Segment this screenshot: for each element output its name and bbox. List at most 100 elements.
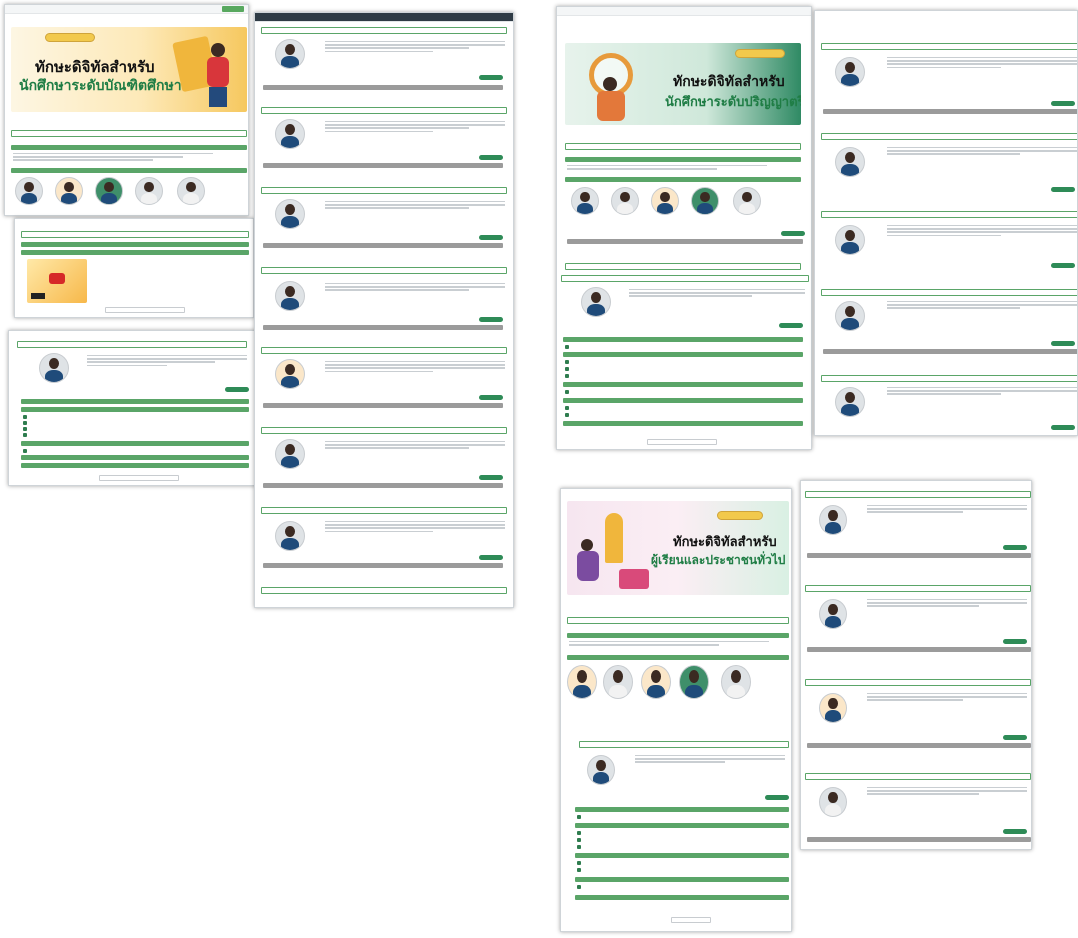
module-bar[interactable]: [21, 455, 249, 460]
banner-title: ทักษะดิจิทัลสำหรับ: [673, 73, 785, 89]
module-bar[interactable]: [575, 895, 789, 900]
lesson-header: [805, 585, 1031, 592]
start-button[interactable]: [1003, 639, 1027, 644]
progress-bar: [823, 349, 1077, 354]
instructor-avatar: [275, 521, 305, 551]
start-button[interactable]: [1051, 425, 1075, 430]
checkbox-icon[interactable]: [23, 433, 27, 437]
progress-bar: [807, 553, 1031, 558]
start-button[interactable]: [479, 235, 503, 240]
checkbox-icon[interactable]: [565, 413, 569, 417]
checkbox-icon[interactable]: [23, 427, 27, 431]
page-select[interactable]: [671, 917, 711, 923]
search-box[interactable]: [261, 587, 507, 594]
banner-subtitle: นักศึกษาระดับปริญญาตรี: [665, 94, 801, 109]
start-button[interactable]: [479, 317, 503, 322]
start-button[interactable]: [1003, 829, 1027, 834]
start-button[interactable]: [479, 75, 503, 80]
module-bar[interactable]: [563, 352, 803, 357]
instructor-avatar: [819, 505, 847, 535]
page-select[interactable]: [647, 439, 717, 445]
course-banner: ทักษะดิจิทัลสำหรับ ผู้เรียนและประชาชนทั่…: [567, 501, 789, 595]
search-box[interactable]: [565, 263, 801, 270]
start-button[interactable]: [1003, 735, 1027, 740]
start-button[interactable]: [1051, 187, 1075, 192]
lesson-text: [867, 787, 1027, 797]
start-button[interactable]: [1051, 101, 1075, 106]
instructor-avatar: [835, 147, 865, 177]
start-button[interactable]: [479, 555, 503, 560]
checkbox-icon[interactable]: [577, 868, 581, 872]
banner-illustration: [575, 509, 655, 593]
module-bar[interactable]: [563, 398, 803, 403]
checkbox-icon[interactable]: [23, 421, 27, 425]
module-bar[interactable]: [575, 823, 789, 828]
module-bar[interactable]: [21, 441, 249, 446]
course-banner: ทักษะดิจิทัลสำหรับ นักศึกษาระดับปริญญาตร…: [565, 43, 801, 125]
start-button[interactable]: [1051, 263, 1075, 268]
checkbox-icon[interactable]: [23, 449, 27, 453]
instructor-avatar: [581, 287, 611, 317]
checkbox-icon[interactable]: [565, 390, 569, 394]
module-bar[interactable]: [575, 877, 789, 882]
checkbox-icon[interactable]: [565, 406, 569, 410]
dark-header: [255, 13, 513, 22]
start-button[interactable]: [479, 475, 503, 480]
lesson-header: [261, 427, 507, 434]
checkbox-icon[interactable]: [577, 815, 581, 819]
instructor-avatar: [641, 665, 671, 699]
start-button[interactable]: [1003, 545, 1027, 550]
start-button[interactable]: [765, 795, 789, 800]
checkbox-icon[interactable]: [577, 831, 581, 835]
start-button[interactable]: [781, 231, 805, 236]
start-button[interactable]: [1051, 341, 1075, 346]
instructor-avatar: [721, 665, 751, 699]
module-bar[interactable]: [21, 407, 249, 412]
banner-tag: [717, 511, 763, 520]
checkbox-icon[interactable]: [565, 374, 569, 378]
module-bar[interactable]: [563, 337, 803, 342]
banner-illustration: [171, 33, 241, 108]
banner-subtitle: ผู้เรียนและประชาชนทั่วไป: [651, 553, 786, 567]
checkbox-icon[interactable]: [23, 415, 27, 419]
topbar-button[interactable]: [222, 6, 244, 12]
page-select[interactable]: [105, 307, 185, 313]
progress-bar: [807, 837, 1031, 842]
instructor-avatar: [835, 387, 865, 417]
start-button[interactable]: [225, 387, 249, 392]
start-button[interactable]: [479, 155, 503, 160]
checkbox-icon[interactable]: [577, 885, 581, 889]
instructor-avatar: [275, 119, 305, 149]
module-bar[interactable]: [575, 853, 789, 858]
course-description: [569, 641, 769, 647]
lesson-text: [887, 147, 1077, 157]
checkbox-icon[interactable]: [565, 367, 569, 371]
screenshot-public-lessons: [800, 480, 1032, 850]
start-button[interactable]: [479, 395, 503, 400]
module-bar[interactable]: [563, 421, 803, 426]
start-button[interactable]: [779, 323, 803, 328]
instructor-avatar: [587, 755, 615, 785]
module-bar[interactable]: [21, 399, 249, 404]
lesson-text: [867, 693, 1027, 703]
instructor-avatar: [571, 187, 599, 215]
checkbox-icon[interactable]: [577, 838, 581, 842]
screenshot-undergrad-lessons: [814, 10, 1078, 436]
search-box[interactable]: [565, 143, 801, 150]
play-icon[interactable]: [49, 273, 65, 284]
module-bar[interactable]: [563, 382, 803, 387]
checkbox-icon[interactable]: [577, 861, 581, 865]
checkbox-icon[interactable]: [565, 345, 569, 349]
search-box[interactable]: [11, 130, 247, 137]
video-thumbnail[interactable]: [27, 259, 87, 303]
page-select[interactable]: [99, 475, 179, 481]
screenshot-graduate-course: ทักษะดิจิทัลสำหรับ นักศึกษาระดับบัณฑิตศึ…: [4, 4, 249, 216]
lesson-text: [325, 521, 505, 534]
lesson-header: [261, 27, 507, 34]
lesson-text: [887, 387, 1077, 397]
search-box[interactable]: [567, 617, 789, 624]
module-bar[interactable]: [575, 807, 789, 812]
module-bar[interactable]: [21, 463, 249, 468]
checkbox-icon[interactable]: [565, 360, 569, 364]
checkbox-icon[interactable]: [577, 845, 581, 849]
